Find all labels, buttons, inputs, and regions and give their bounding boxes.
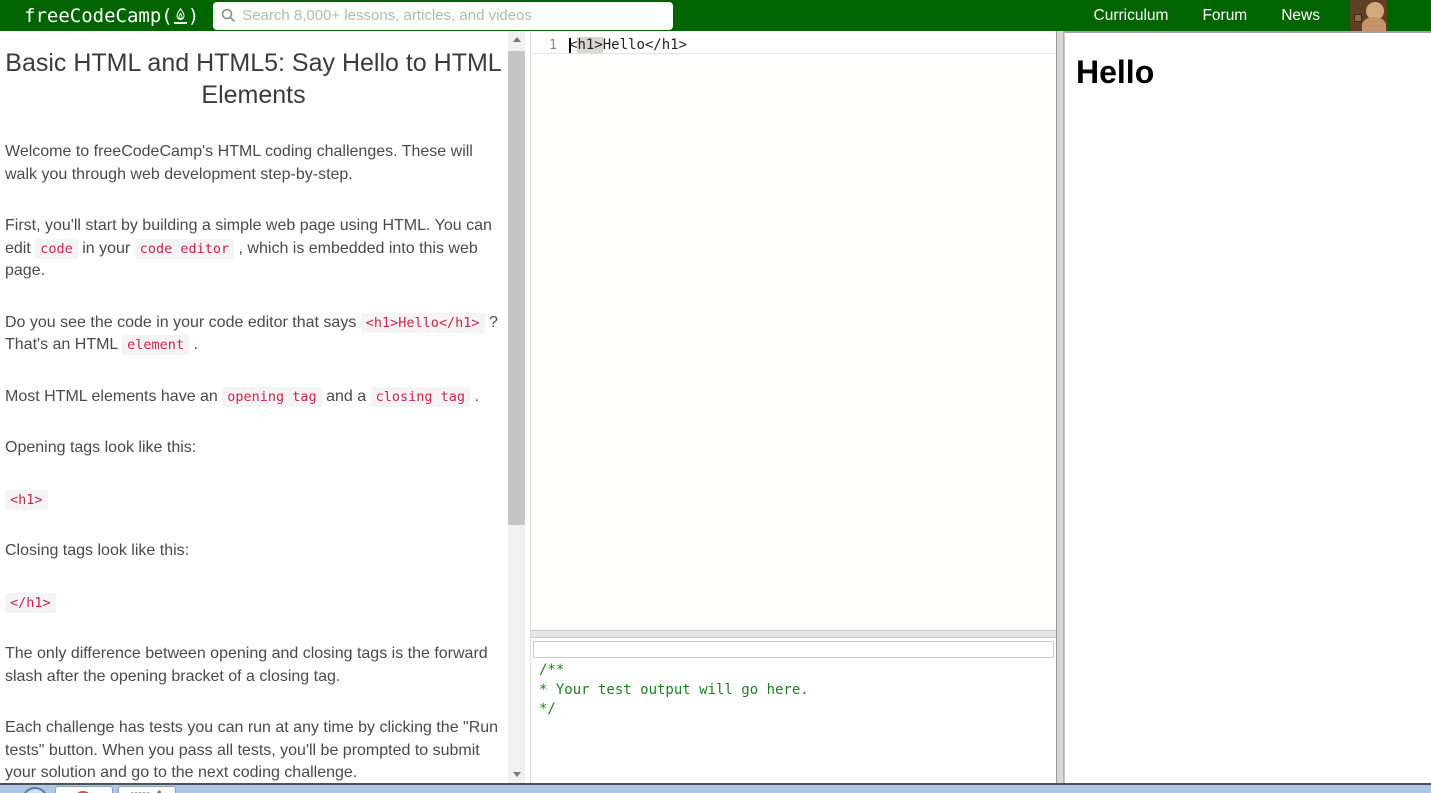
taskbar-item[interactable]: [118, 786, 176, 793]
instructions-scrollbar[interactable]: [508, 31, 525, 783]
taskbar-partial: [0, 785, 1431, 793]
challenge-instructions-panel: Basic HTML and HTML5: Say Hello to HTML …: [0, 31, 508, 783]
instruction-paragraph: Welcome to freeCodeCamp's HTML coding ch…: [5, 143, 473, 183]
arrow-up-icon: [512, 37, 521, 42]
flame-icon: [173, 6, 187, 24]
instruction-paragraph: First, you'll start by building a simple…: [5, 217, 492, 279]
inline-code: </h1>: [5, 592, 56, 613]
arrow-down-icon: [512, 772, 521, 777]
text-cursor: [569, 37, 571, 53]
scroll-up-button[interactable]: [508, 31, 525, 48]
top-navbar: freeCodeCamp() Curriculum Forum News: [0, 0, 1431, 31]
navbar-links: Curriculum Forum News: [1094, 7, 1321, 25]
avatar-image-part: [1362, 17, 1386, 31]
main-content: Basic HTML and HTML5: Say Hello to HTML …: [0, 31, 1431, 783]
editor-console-splitter[interactable]: [531, 630, 1056, 638]
instruction-paragraph: </h1>: [5, 592, 502, 615]
nav-link-news[interactable]: News: [1281, 7, 1320, 25]
code-token: Hello</h1>: [602, 37, 688, 53]
instruction-paragraph: The only difference between opening and …: [5, 645, 488, 685]
logo-paren-open: (: [161, 4, 173, 27]
search-box: [213, 1, 674, 30]
challenge-title: Basic HTML and HTML5: Say Hello to HTML …: [5, 49, 502, 109]
logo-text: freeCodeCamp: [24, 4, 162, 27]
preview-pane: Hello: [1064, 31, 1431, 783]
inline-code: element: [122, 335, 190, 355]
instruction-paragraph: Opening tags look like this:: [5, 439, 197, 456]
code-editor[interactable]: 1 <h1>Hello</h1>: [531, 31, 1056, 630]
search-icon: [221, 8, 236, 23]
console-top-strip: [533, 641, 1054, 658]
test-output-panel: /** * Your test output will go here. */: [531, 638, 1056, 783]
test-output-text: /** * Your test output will go here. */: [539, 662, 809, 717]
logo-paren-close: ): [187, 4, 200, 27]
line-number: 1: [549, 37, 557, 53]
editor-preview-divider: [1056, 31, 1064, 783]
instruction-paragraph: Closing tags look like this:: [5, 542, 190, 559]
inline-code: closing tag: [370, 386, 471, 407]
scrollbar-thumb[interactable]: [508, 51, 525, 525]
inline-code: <h1>: [5, 489, 48, 510]
editor-column: 1 <h1>Hello</h1> /** * Your test output …: [531, 31, 1056, 783]
preview-heading: Hello: [1076, 54, 1155, 90]
avatar-image-part: [1354, 14, 1362, 22]
challenge-description: Welcome to freeCodeCamp's HTML coding ch…: [5, 141, 502, 783]
instruction-paragraph: Most HTML elements have an opening tag a…: [5, 386, 479, 407]
instruction-paragraph: Do you see the code in your code editor …: [5, 312, 498, 355]
inline-code: code editor: [134, 238, 235, 259]
inline-code: <h1>Hello</h1>: [360, 312, 485, 333]
inline-code: code: [35, 238, 78, 259]
user-avatar[interactable]: [1350, 0, 1387, 31]
scroll-down-button[interactable]: [508, 766, 525, 783]
editor-line-1[interactable]: 1 <h1>Hello</h1>: [531, 37, 1056, 54]
start-orb-icon[interactable]: [22, 787, 48, 793]
instruction-paragraph: <h1>: [5, 489, 502, 512]
nav-link-curriculum[interactable]: Curriculum: [1094, 7, 1169, 25]
taskbar-item[interactable]: [55, 786, 113, 793]
code-token: >: [594, 37, 603, 53]
instruction-paragraph: Each challenge has tests you can run at …: [5, 719, 499, 781]
search-input[interactable]: [242, 7, 666, 24]
code-content: <h1>Hello</h1>: [569, 37, 687, 53]
inline-code: opening tag: [222, 386, 322, 407]
freecodecamp-logo[interactable]: freeCodeCamp(): [24, 5, 199, 27]
code-token: h1: [577, 37, 595, 53]
nav-link-forum[interactable]: Forum: [1202, 7, 1247, 25]
